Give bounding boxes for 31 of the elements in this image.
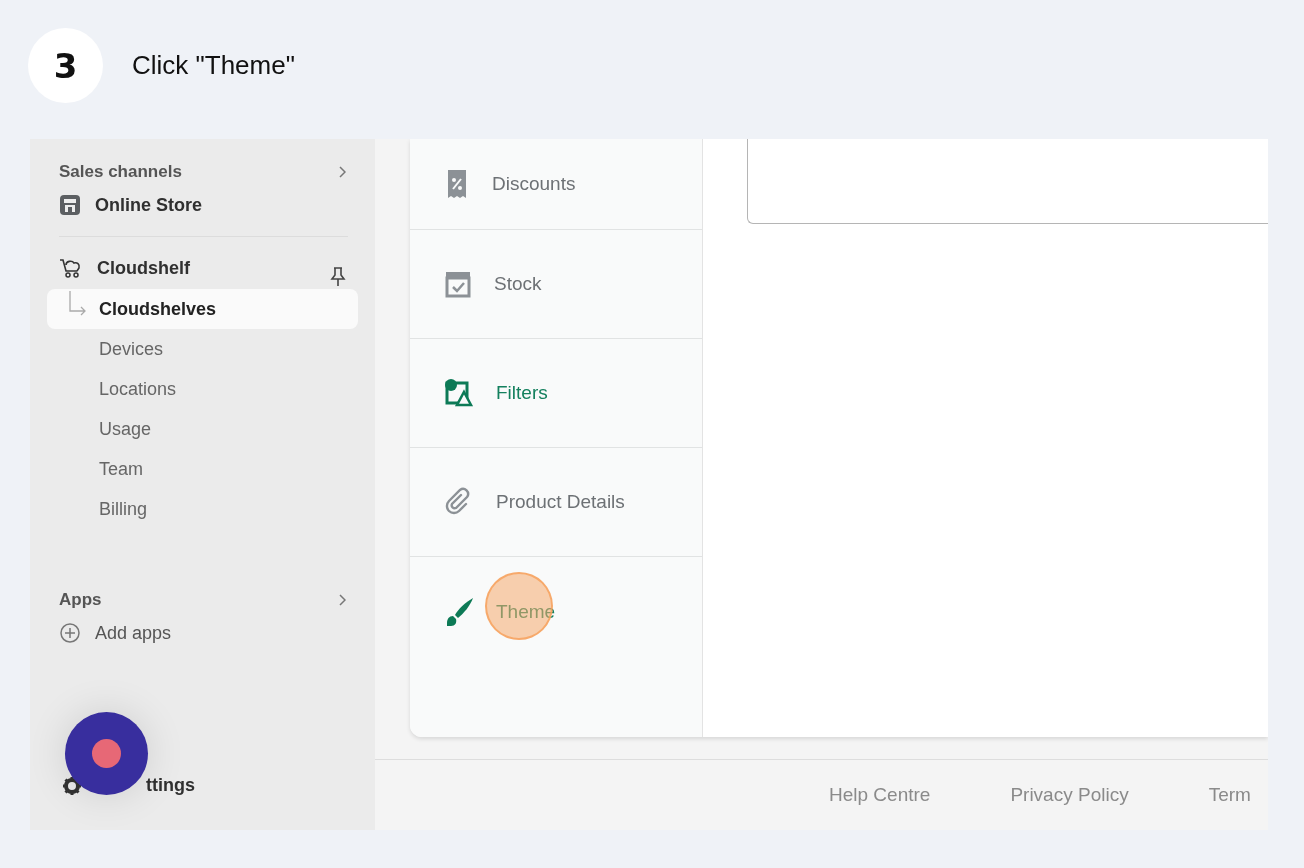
shapes-icon [444,378,474,408]
settings-nav-item[interactable]: Stock [410,230,702,339]
cart-icon [59,257,83,279]
sidebar-subitem[interactable]: Team [47,449,358,489]
sidebar-item[interactable]: Add apps [47,613,358,653]
settings-nav-item[interactable]: Filters [410,339,702,448]
step-instruction: Click "Theme" [132,50,295,81]
chevron-right-icon[interactable] [338,166,346,178]
footer-link[interactable]: Help Centre [829,784,931,806]
sidebar-subitem[interactable]: Cloudshelves [47,289,358,329]
section-heading: Sales channels [59,162,182,182]
section-heading: Apps [59,590,102,610]
sidebar-item[interactable]: Online Store [47,185,358,225]
paintbrush-icon [444,596,474,627]
sidebar-subitem[interactable]: Locations [47,369,358,409]
step-number: 3 [28,28,103,103]
settings-nav-item[interactable]: Product Details [410,448,702,557]
sidebar-subitem[interactable]: Devices [47,329,358,369]
sidebar-subitem[interactable]: Billing [47,489,358,529]
calendar-check-icon [444,270,472,298]
pin-icon[interactable] [330,267,346,287]
settings-nav-item[interactable]: Discounts [410,139,702,230]
chevron-right-icon[interactable] [338,594,346,606]
sidebar-item[interactable]: Cloudshelf [47,247,358,289]
sidebar-subitem[interactable]: Usage [47,409,358,449]
footer-link[interactable]: Term [1208,784,1251,806]
gear-icon[interactable] [62,775,82,796]
store-icon [59,194,81,216]
footer-link[interactable]: Privacy Policy [1010,784,1129,806]
plus-circle-icon [59,622,81,644]
settings-link[interactable]: ttings [146,775,195,796]
